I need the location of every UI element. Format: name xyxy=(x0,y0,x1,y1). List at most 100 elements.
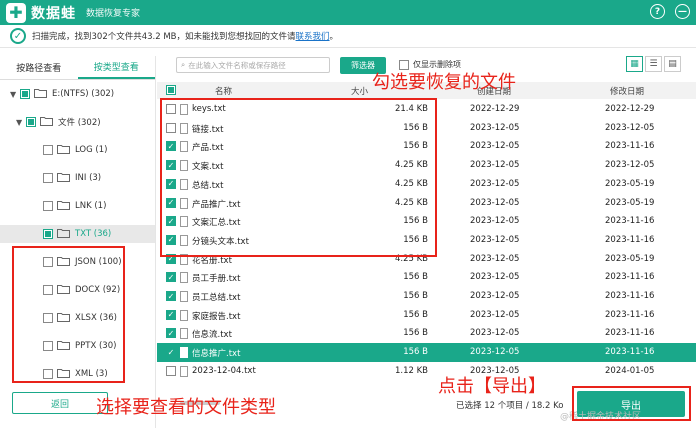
file-size: 156 B xyxy=(403,272,428,283)
tree-label: XML (3) xyxy=(75,369,108,379)
help-icon[interactable]: ? xyxy=(650,4,665,19)
contact-us-link[interactable]: 联系我们 xyxy=(296,32,330,42)
file-name: 文案.txt xyxy=(192,162,224,173)
tree-item-type[interactable]: LNK (1) xyxy=(43,197,106,215)
file-name: 2023-12-04.txt xyxy=(192,365,256,376)
tree-checkbox[interactable] xyxy=(43,145,53,155)
tab-by-path[interactable]: 按路径查看 xyxy=(0,56,78,79)
table-row[interactable]: keys.txt 21.4 KB 2022-12-29 2022-12-29 xyxy=(157,100,696,119)
minimize-icon[interactable]: — xyxy=(675,4,690,19)
table-row[interactable]: ✓ 员工总结.txt 156 B 2023-12-05 2023-11-16 xyxy=(157,287,696,306)
header-modified[interactable]: 修改日期 xyxy=(610,85,644,97)
detail-view-icon[interactable]: ▤ xyxy=(664,56,681,72)
chevron-down-icon[interactable]: ▼ xyxy=(10,90,20,99)
header-size[interactable]: 大小 xyxy=(351,85,368,97)
tree-checkbox[interactable] xyxy=(43,173,53,183)
file-size: 4.25 KB xyxy=(394,160,428,171)
row-checkbox[interactable]: ✓ xyxy=(166,328,176,339)
tree-checkbox[interactable] xyxy=(43,313,53,323)
created-date: 2023-12-05 xyxy=(470,216,520,227)
tree-item-type[interactable]: XML (3) xyxy=(43,365,108,383)
tree-item-type[interactable]: JSON (100) xyxy=(43,253,122,271)
tab-by-type[interactable]: 按类型查看 xyxy=(77,56,155,79)
tree-item-type[interactable]: INI (3) xyxy=(43,169,101,187)
created-date: 2023-12-05 xyxy=(470,234,520,245)
row-checkbox[interactable]: ✓ xyxy=(166,141,176,152)
tree-item-drive[interactable]: ▼ E:(NTFS) (302) xyxy=(10,85,114,103)
table-row[interactable]: ✓ 花名册.txt 4.25 KB 2023-12-05 2023-05-19 xyxy=(157,250,696,269)
tree-item-type[interactable]: XLSX (36) xyxy=(43,309,117,327)
table-row[interactable]: ✓ 分镜头文本.txt 156 B 2023-12-05 2023-11-16 xyxy=(157,231,696,250)
tree-item-type[interactable]: TXT (36) xyxy=(0,225,155,243)
table-row[interactable]: ✓ 信息流.txt 156 B 2023-12-05 2023-11-16 xyxy=(157,324,696,343)
file-name: 产品推广.txt xyxy=(192,199,241,210)
table-row[interactable]: ✓ 产品.txt 156 B 2023-12-05 2023-11-16 xyxy=(157,137,696,156)
folder-icon xyxy=(57,256,75,269)
app-subtitle: 数据恢复专家 xyxy=(86,9,141,19)
text-file-icon xyxy=(180,197,188,209)
created-date: 2023-12-05 xyxy=(470,328,520,339)
modified-date: 2023-12-05 xyxy=(605,160,655,171)
scan-status-text: 扫描完成，找到302个文件共43.2 MB，如未能找到您想找回的文件请联系我们。 xyxy=(32,32,339,42)
tree-checkbox[interactable] xyxy=(43,369,53,379)
header-name[interactable]: 名称 xyxy=(215,85,232,97)
row-checkbox[interactable] xyxy=(166,365,176,376)
drive-icon xyxy=(34,88,52,101)
file-name: 分镜头文本.txt xyxy=(192,236,249,247)
file-name: keys.txt xyxy=(192,104,226,114)
row-checkbox[interactable]: ✓ xyxy=(166,347,176,358)
tree-item-type[interactable]: LOG (1) xyxy=(43,141,107,159)
tree-item-type[interactable]: PPTX (30) xyxy=(43,337,116,355)
row-checkbox[interactable]: ✓ xyxy=(166,309,176,320)
select-all-checkbox[interactable] xyxy=(166,85,176,95)
chevron-down-icon[interactable]: ▼ xyxy=(16,118,26,127)
tree-checkbox[interactable] xyxy=(43,341,53,351)
tree-item-files[interactable]: ▼ 文件 (302) xyxy=(16,113,101,131)
grid-view-icon[interactable]: ▦ xyxy=(626,56,643,72)
row-checkbox[interactable]: ✓ xyxy=(166,253,176,264)
row-checkbox[interactable]: ✓ xyxy=(166,160,176,171)
back-button[interactable]: 返回 xyxy=(12,392,108,414)
table-row[interactable]: ✓ 家庭报告.txt 156 B 2023-12-05 2023-11-16 xyxy=(157,306,696,325)
table-row[interactable]: ✓ 员工手册.txt 156 B 2023-12-05 2023-11-16 xyxy=(157,268,696,287)
table-row[interactable]: ✓ 文案.txt 4.25 KB 2023-12-05 2023-12-05 xyxy=(157,156,696,175)
file-size: 156 B xyxy=(403,216,428,227)
tree-label: INI (3) xyxy=(75,173,102,183)
created-date: 2023-12-05 xyxy=(470,253,520,264)
table-row[interactable]: 2023-12-04.txt 1.12 KB 2023-12-05 2024-01-0… xyxy=(157,362,696,381)
table-row[interactable]: ✓ 信息推广.txt 156 B 2023-12-05 2023-11-16 xyxy=(157,343,696,362)
folder-icon xyxy=(57,368,75,381)
tree-checkbox[interactable] xyxy=(26,117,36,127)
tree-checkbox[interactable] xyxy=(43,229,53,239)
file-name: 链接.txt xyxy=(192,124,224,135)
tree-checkbox[interactable] xyxy=(43,257,53,267)
annotation-select-type: 选择要查看的文件类型 xyxy=(96,397,276,418)
row-checkbox[interactable] xyxy=(166,122,176,133)
modified-date: 2023-11-16 xyxy=(605,141,655,152)
table-row[interactable]: ✓ 产品推广.txt 4.25 KB 2023-12-05 2023-05-19 xyxy=(157,194,696,213)
row-checkbox[interactable]: ✓ xyxy=(166,234,176,245)
modified-date: 2024-01-05 xyxy=(605,365,655,376)
row-checkbox[interactable]: ✓ xyxy=(166,197,176,208)
tree-item-type[interactable]: DOCX (92) xyxy=(43,281,120,299)
row-checkbox[interactable] xyxy=(166,104,176,114)
file-size: 156 B xyxy=(403,291,428,301)
file-size: 21.4 KB xyxy=(394,104,428,114)
tree-checkbox[interactable] xyxy=(43,201,53,211)
row-checkbox[interactable]: ✓ xyxy=(166,178,176,189)
tree-label: LNK (1) xyxy=(75,201,107,211)
tree-label: E:(NTFS) (302) xyxy=(52,89,115,99)
modified-date: 2023-11-16 xyxy=(605,347,655,358)
tree-checkbox[interactable] xyxy=(43,285,53,295)
table-row[interactable]: ✓ 总结.txt 4.25 KB 2023-12-05 2023-05-19 xyxy=(157,175,696,194)
row-checkbox[interactable]: ✓ xyxy=(166,272,176,283)
tree-checkbox[interactable] xyxy=(20,89,30,99)
list-view-icon[interactable]: ☰ xyxy=(645,56,662,72)
row-checkbox[interactable]: ✓ xyxy=(166,216,176,227)
check-circle-icon: ✓ xyxy=(10,28,26,44)
row-checkbox[interactable]: ✓ xyxy=(166,291,176,301)
modified-date: 2023-05-19 xyxy=(605,178,655,189)
table-row[interactable]: ✓ 文案汇总.txt 156 B 2023-12-05 2023-11-16 xyxy=(157,212,696,231)
table-row[interactable]: 链接.txt 156 B 2023-12-05 2023-12-05 xyxy=(157,119,696,138)
search-input[interactable]: ⌕ 在此输入文件名称或保存路径 xyxy=(176,57,330,73)
